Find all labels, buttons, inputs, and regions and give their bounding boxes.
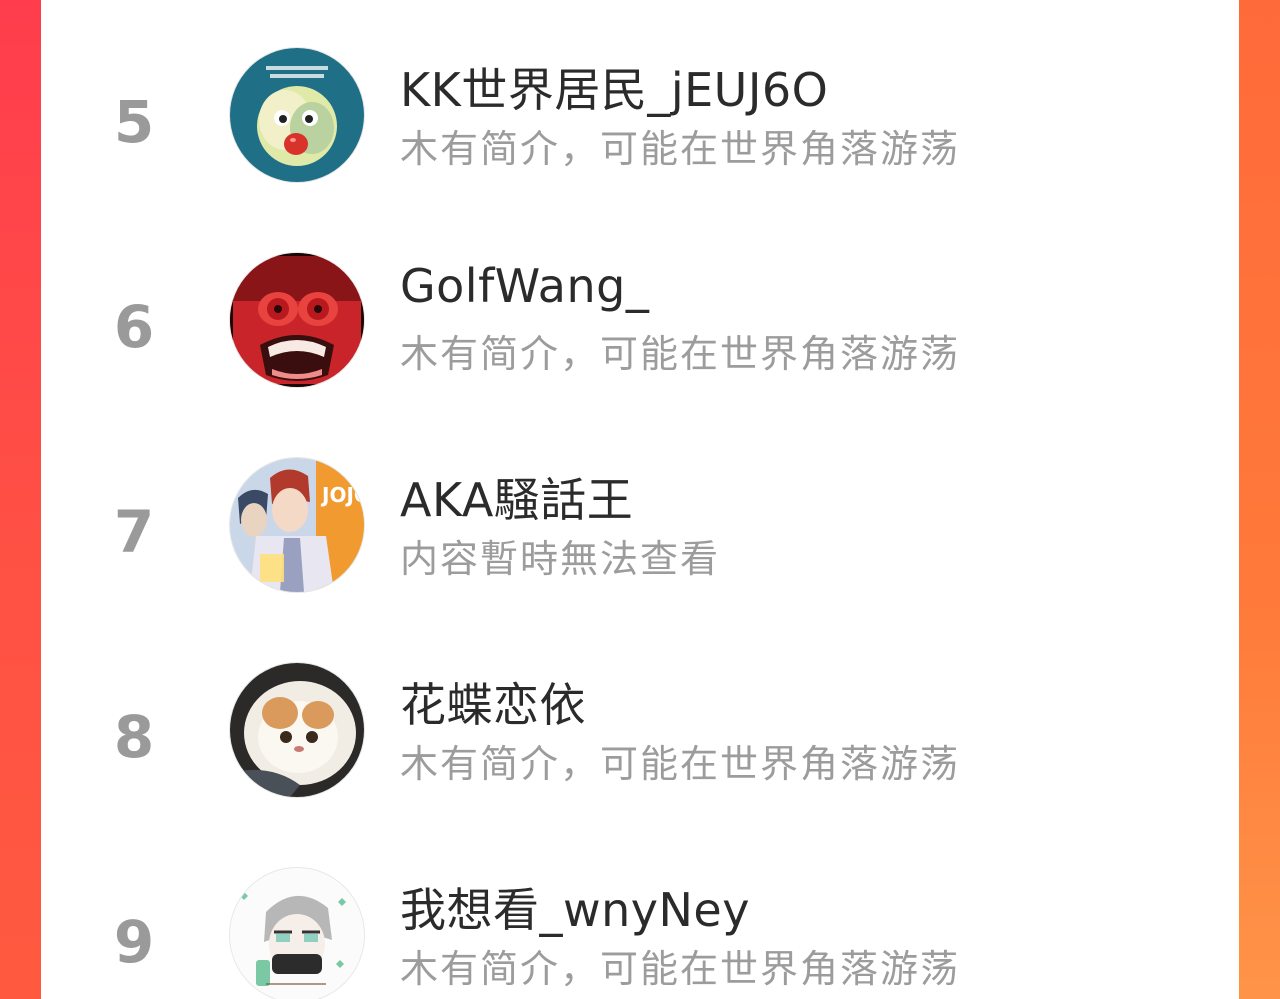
user-name[interactable]: 花蝶恋依 — [400, 669, 586, 735]
rank-number: 8 — [113, 703, 155, 771]
list-item[interactable]: 6 GolfWang_ 木有简介，可能在世界角落游荡 — [41, 215, 1239, 420]
rank-number: 5 — [113, 88, 155, 156]
rank-number: 6 — [113, 293, 155, 361]
user-name[interactable]: KK世界居民_jEUJ6O — [400, 54, 828, 120]
list-item[interactable]: 5 KK世界居民_jEUJ6O 木有简介，可能在世界角落游荡 — [41, 10, 1239, 215]
left-gradient-border — [0, 0, 41, 999]
angry-cartoon-face-avatar-icon[interactable] — [230, 253, 364, 387]
anime-characters-avatar-icon[interactable]: JOJO — [230, 458, 364, 592]
list-item[interactable]: 9 我想看_wnyNey 木有简介，可能在世界角落游荡 — [41, 830, 1239, 999]
user-bio: 木有简介，可能在世界角落游荡 — [400, 332, 961, 376]
anime-sketch-avatar-icon[interactable] — [230, 868, 364, 999]
user-name[interactable]: AKA騷話王 — [400, 464, 633, 530]
user-bio: 木有简介，可能在世界角落游荡 — [400, 742, 961, 786]
fluffy-cat-avatar-icon[interactable] — [230, 663, 364, 797]
user-bio: 木有简介，可能在世界角落游荡 — [400, 127, 961, 171]
fluffy-monster-avatar-icon[interactable] — [230, 48, 364, 182]
rank-number: 7 — [113, 498, 155, 566]
user-name[interactable]: GolfWang_ — [400, 259, 649, 313]
rank-number: 9 — [113, 908, 155, 976]
svg-text:JOJO: JOJO — [320, 483, 364, 507]
list-item[interactable]: 7 JOJO AKA騷話王 内容暫時無法查看 — [41, 420, 1239, 625]
right-gradient-border — [1239, 0, 1280, 999]
user-name[interactable]: 我想看_wnyNey — [400, 874, 750, 940]
user-bio: 内容暫時無法查看 — [400, 537, 721, 581]
list-item[interactable]: 8 花蝶恋依 木有简介，可能在世界角落游荡 — [41, 625, 1239, 830]
user-bio: 木有简介，可能在世界角落游荡 — [400, 947, 961, 991]
ranking-list-panel: 5 KK世界居民_jEUJ6O 木有简介，可能在世界角落游荡 6 GolfWan… — [41, 0, 1239, 999]
